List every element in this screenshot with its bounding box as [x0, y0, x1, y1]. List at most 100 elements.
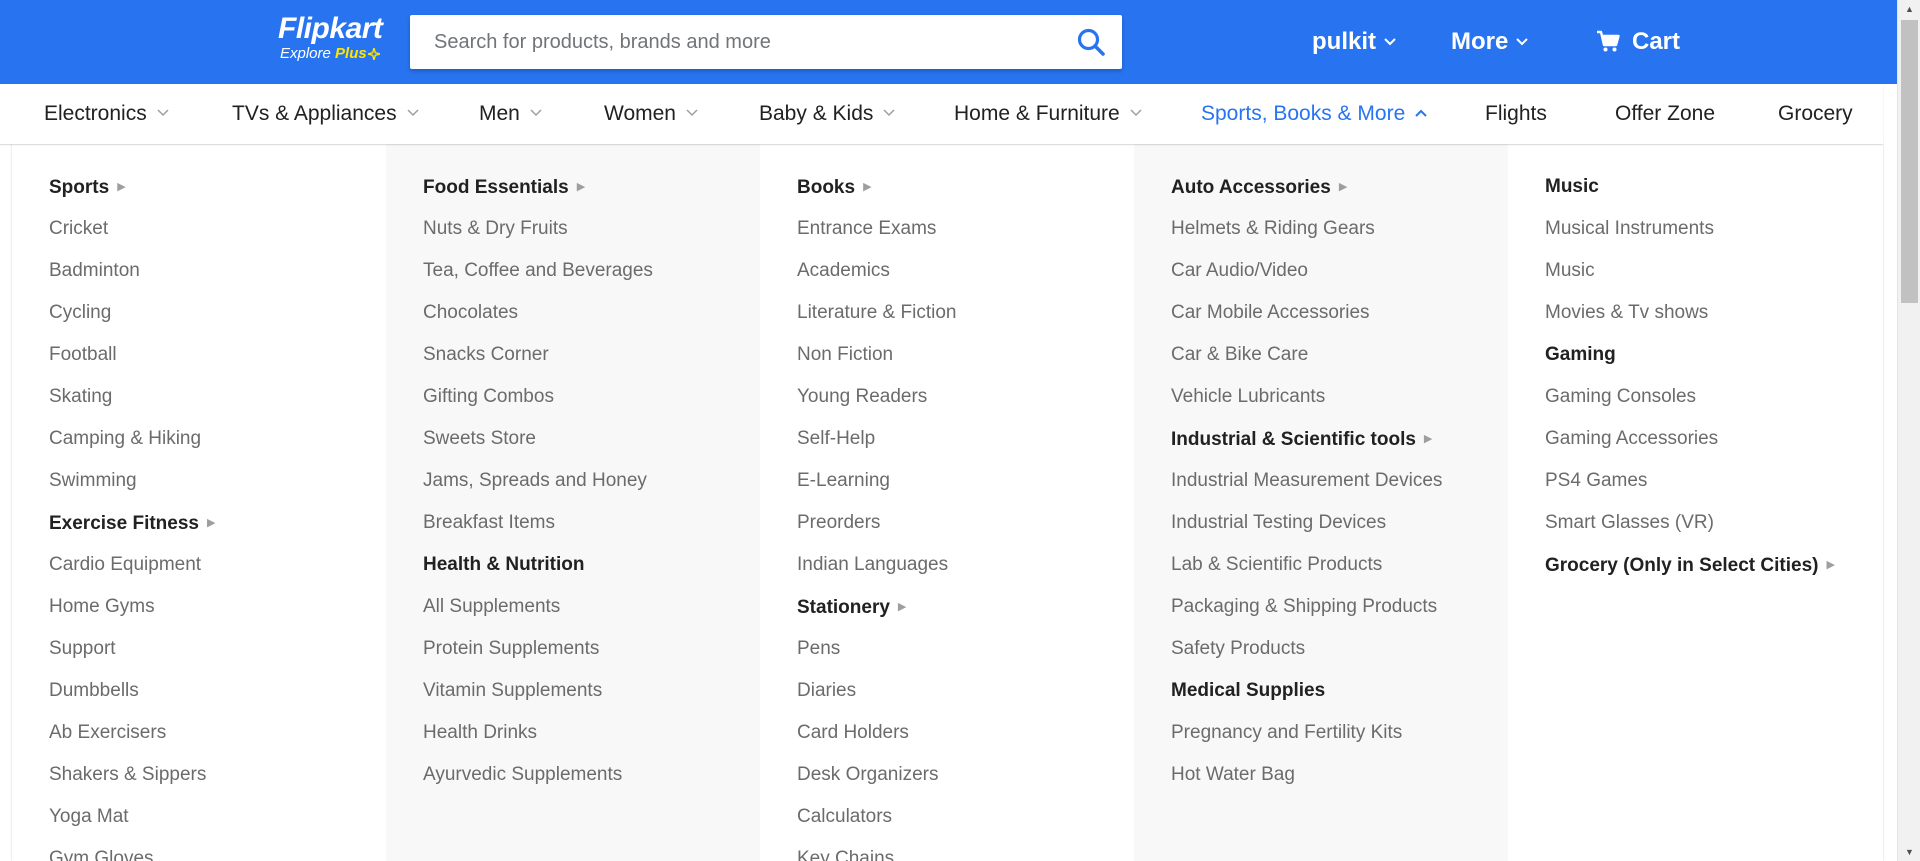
category-flights[interactable]: Flights: [1485, 84, 1547, 144]
menu-item-health-drinks[interactable]: Health Drinks: [423, 712, 760, 754]
menu-group-food-essentials[interactable]: Food Essentials ▶: [423, 166, 760, 208]
menu-item-helmets-and-riding-gears[interactable]: Helmets & Riding Gears: [1171, 208, 1508, 250]
menu-item-car-and-bike-care[interactable]: Car & Bike Care: [1171, 334, 1508, 376]
menu-item-chocolates[interactable]: Chocolates: [423, 292, 760, 334]
plus-star-icon: [367, 48, 380, 60]
menu-item-pens[interactable]: Pens: [797, 628, 1134, 670]
menu-item-diaries[interactable]: Diaries: [797, 670, 1134, 712]
category-grocery[interactable]: Grocery: [1778, 84, 1853, 144]
menu-item-safety-products[interactable]: Safety Products: [1171, 628, 1508, 670]
menu-item-young-readers[interactable]: Young Readers: [797, 376, 1134, 418]
menu-item-musical-instruments[interactable]: Musical Instruments: [1545, 208, 1882, 250]
search-button[interactable]: [1076, 27, 1106, 57]
menu-item-industrial-measurement-devices[interactable]: Industrial Measurement Devices: [1171, 460, 1508, 502]
menu-item-packaging-and-shipping-products[interactable]: Packaging & Shipping Products: [1171, 586, 1508, 628]
menu-item-pregnancy-and-fertility-kits[interactable]: Pregnancy and Fertility Kits: [1171, 712, 1508, 754]
menu-item-home-gyms[interactable]: Home Gyms: [49, 586, 386, 628]
menu-group-medical-supplies[interactable]: Medical Supplies: [1171, 670, 1508, 712]
menu-item-badminton[interactable]: Badminton: [49, 250, 386, 292]
menu-item-card-holders[interactable]: Card Holders: [797, 712, 1134, 754]
menu-item-ayurvedic-supplements[interactable]: Ayurvedic Supplements: [423, 754, 760, 796]
menu-item-gaming-accessories[interactable]: Gaming Accessories: [1545, 418, 1882, 460]
menu-item-sweets-store[interactable]: Sweets Store: [423, 418, 760, 460]
menu-item-ab-exercisers[interactable]: Ab Exercisers: [49, 712, 386, 754]
menu-item-protein-supplements[interactable]: Protein Supplements: [423, 628, 760, 670]
user-account-menu[interactable]: pulkit: [1312, 22, 1396, 62]
menu-item-academics[interactable]: Academics: [797, 250, 1134, 292]
menu-item-gifting-combos[interactable]: Gifting Combos: [423, 376, 760, 418]
menu-item-vehicle-lubricants[interactable]: Vehicle Lubricants: [1171, 376, 1508, 418]
menu-item-gaming-consoles[interactable]: Gaming Consoles: [1545, 376, 1882, 418]
menu-item-key-chains[interactable]: Key Chains: [797, 838, 1134, 861]
search-input[interactable]: [410, 15, 1050, 69]
cart-button[interactable]: Cart: [1596, 22, 1680, 62]
menu-group-grocery-only-in-select-cities[interactable]: Grocery (Only in Select Cities) ▶: [1545, 544, 1882, 586]
menu-item-movies-and-tv-shows[interactable]: Movies & Tv shows: [1545, 292, 1882, 334]
menu-item-cycling[interactable]: Cycling: [49, 292, 386, 334]
menu-item-hot-water-bag[interactable]: Hot Water Bag: [1171, 754, 1508, 796]
menu-item-indian-languages[interactable]: Indian Languages: [797, 544, 1134, 586]
menu-item-ps4-games[interactable]: PS4 Games: [1545, 460, 1882, 502]
chevron-down-icon: [157, 109, 169, 117]
menu-item-shakers-and-sippers[interactable]: Shakers & Sippers: [49, 754, 386, 796]
menu-item-nuts-and-dry-fruits[interactable]: Nuts & Dry Fruits: [423, 208, 760, 250]
menu-item-cardio-equipment[interactable]: Cardio Equipment: [49, 544, 386, 586]
menu-group-stationery[interactable]: Stationery ▶: [797, 586, 1134, 628]
menu-item-snacks-corner[interactable]: Snacks Corner: [423, 334, 760, 376]
category-women[interactable]: Women: [604, 84, 698, 144]
menu-item-tea-coffee-and-beverages[interactable]: Tea, Coffee and Beverages: [423, 250, 760, 292]
menu-item-non-fiction[interactable]: Non Fiction: [797, 334, 1134, 376]
page-scrollbar[interactable]: ▲ ▼: [1897, 0, 1920, 861]
category-tvs-and-appliances[interactable]: TVs & Appliances: [232, 84, 419, 144]
menu-item-car-mobile-accessories[interactable]: Car Mobile Accessories: [1171, 292, 1508, 334]
menu-item-entrance-exams[interactable]: Entrance Exams: [797, 208, 1134, 250]
menu-item-smart-glasses-vr[interactable]: Smart Glasses (VR): [1545, 502, 1882, 544]
category-sports-books-and-more[interactable]: Sports, Books & More: [1201, 84, 1427, 144]
menu-item-music[interactable]: Music: [1545, 250, 1882, 292]
menu-group-industrial-and-scientific-tools[interactable]: Industrial & Scientific tools ▶: [1171, 418, 1508, 460]
scroll-up-arrow-icon[interactable]: ▲: [1898, 0, 1920, 18]
category-offer-zone[interactable]: Offer Zone: [1615, 84, 1715, 144]
menu-group-books[interactable]: Books ▶: [797, 166, 1134, 208]
menu-item-car-audio-video[interactable]: Car Audio/Video: [1171, 250, 1508, 292]
menu-item-support[interactable]: Support: [49, 628, 386, 670]
category-label: Grocery: [1778, 102, 1853, 125]
menu-item-skating[interactable]: Skating: [49, 376, 386, 418]
category-home-and-furniture[interactable]: Home & Furniture: [954, 84, 1142, 144]
scroll-thumb[interactable]: [1901, 20, 1918, 303]
menu-item-vitamin-supplements[interactable]: Vitamin Supplements: [423, 670, 760, 712]
menu-item-breakfast-items[interactable]: Breakfast Items: [423, 502, 760, 544]
chevron-down-icon: [530, 109, 542, 117]
menu-item-yoga-mat[interactable]: Yoga Mat: [49, 796, 386, 838]
menu-item-football[interactable]: Football: [49, 334, 386, 376]
menu-item-self-help[interactable]: Self-Help: [797, 418, 1134, 460]
menu-group-health-and-nutrition[interactable]: Health & Nutrition: [423, 544, 760, 586]
menu-item-camping-and-hiking[interactable]: Camping & Hiking: [49, 418, 386, 460]
menu-item-desk-organizers[interactable]: Desk Organizers: [797, 754, 1134, 796]
menu-item-industrial-testing-devices[interactable]: Industrial Testing Devices: [1171, 502, 1508, 544]
menu-item-cricket[interactable]: Cricket: [49, 208, 386, 250]
more-menu[interactable]: More: [1451, 22, 1529, 62]
menu-group-music[interactable]: Music: [1545, 166, 1882, 208]
cart-icon: [1597, 30, 1620, 52]
menu-item-dumbbells[interactable]: Dumbbells: [49, 670, 386, 712]
triangle-right-icon: ▶: [1826, 559, 1835, 571]
menu-item-all-supplements[interactable]: All Supplements: [423, 586, 760, 628]
menu-group-gaming[interactable]: Gaming: [1545, 334, 1882, 376]
flipkart-logo[interactable]: Flipkart Explore Plus: [278, 12, 398, 68]
menu-item-jams-spreads-and-honey[interactable]: Jams, Spreads and Honey: [423, 460, 760, 502]
menu-item-gym-gloves[interactable]: Gym Gloves: [49, 838, 386, 861]
category-electronics[interactable]: Electronics: [44, 84, 169, 144]
menu-item-calculators[interactable]: Calculators: [797, 796, 1134, 838]
category-baby-and-kids[interactable]: Baby & Kids: [759, 84, 895, 144]
menu-group-auto-accessories[interactable]: Auto Accessories ▶: [1171, 166, 1508, 208]
menu-item-swimming[interactable]: Swimming: [49, 460, 386, 502]
category-men[interactable]: Men: [479, 84, 542, 144]
menu-item-e-learning[interactable]: E-Learning: [797, 460, 1134, 502]
scroll-down-arrow-icon[interactable]: ▼: [1898, 843, 1920, 861]
menu-group-exercise-fitness[interactable]: Exercise Fitness ▶: [49, 502, 386, 544]
menu-item-preorders[interactable]: Preorders: [797, 502, 1134, 544]
menu-item-literature-and-fiction[interactable]: Literature & Fiction: [797, 292, 1134, 334]
menu-group-sports[interactable]: Sports ▶: [49, 166, 386, 208]
menu-item-lab-and-scientific-products[interactable]: Lab & Scientific Products: [1171, 544, 1508, 586]
